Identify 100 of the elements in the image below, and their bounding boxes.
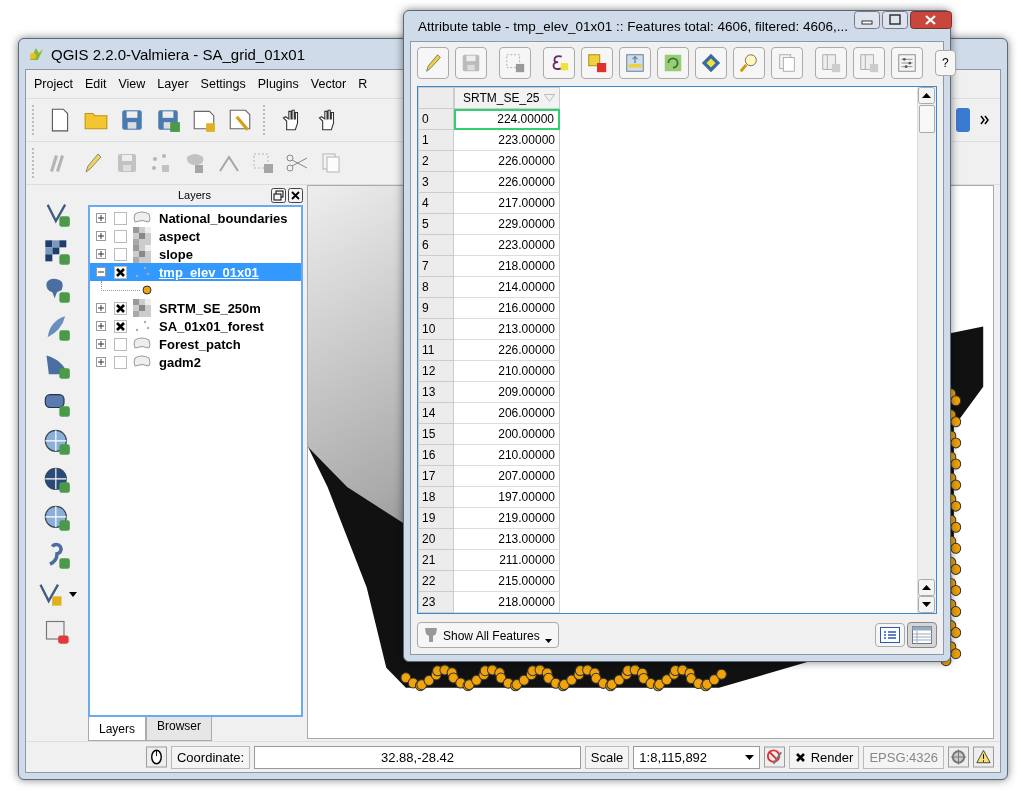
checkbox[interactable]: [114, 301, 127, 315]
row-header[interactable]: 12: [418, 360, 454, 382]
panel-tab[interactable]: Layers: [88, 717, 147, 741]
layer-row[interactable]: SA_01x01_forest: [90, 317, 301, 335]
close-icon[interactable]: [288, 187, 303, 203]
scroll-up-icon[interactable]: [918, 87, 935, 104]
table-cell[interactable]: 211.00000: [454, 549, 560, 571]
stop-render-icon[interactable]: [763, 746, 785, 768]
row-header[interactable]: 9: [418, 297, 454, 319]
expand-icon[interactable]: [96, 249, 106, 259]
row-header[interactable]: 1: [418, 129, 454, 151]
zoom-icon[interactable]: [738, 52, 760, 74]
table-cell[interactable]: 219.00000: [454, 507, 560, 529]
table-cell[interactable]: 226.00000: [454, 171, 560, 193]
row-header[interactable]: 17: [418, 465, 454, 487]
field-calculator-icon[interactable]: [896, 52, 918, 74]
row-header[interactable]: 21: [418, 549, 454, 571]
row-header[interactable]: 15: [418, 423, 454, 445]
table-cell[interactable]: 218.00000: [454, 255, 560, 277]
scrollbar[interactable]: [917, 87, 936, 613]
checkbox[interactable]: [114, 319, 127, 333]
row-header[interactable]: 19: [418, 507, 454, 529]
more-chevron-icon[interactable]: [980, 115, 990, 125]
minimize-icon[interactable]: [854, 11, 880, 29]
row-header[interactable]: 11: [418, 339, 454, 361]
checkbox[interactable]: [794, 751, 806, 763]
globe-add-icon[interactable]: [43, 466, 71, 494]
scroll-down-icon[interactable]: [918, 596, 935, 613]
table-cell[interactable]: 217.00000: [454, 192, 560, 214]
row-header[interactable]: 8: [418, 276, 454, 298]
menu-item[interactable]: Plugins: [251, 77, 305, 91]
checkbox[interactable]: [114, 355, 127, 369]
table-cell[interactable]: 207.00000: [454, 465, 560, 487]
floppy-pencil-icon[interactable]: [155, 107, 181, 133]
expand-icon[interactable]: [96, 321, 106, 331]
move-top-icon[interactable]: [624, 52, 646, 74]
row-header[interactable]: 7: [418, 255, 454, 277]
table-cell[interactable]: 213.00000: [454, 528, 560, 550]
table-cell[interactable]: 209.00000: [454, 381, 560, 403]
row-header[interactable]: 3: [418, 171, 454, 193]
checkbox[interactable]: [114, 247, 127, 261]
invert-selection-icon[interactable]: [586, 52, 608, 74]
checkbox[interactable]: [114, 265, 127, 279]
layer-row[interactable]: Forest_patch: [90, 335, 301, 353]
table-cell[interactable]: 200.00000: [454, 423, 560, 445]
raster-add-icon[interactable]: [43, 238, 71, 266]
row-header[interactable]: 2: [418, 150, 454, 172]
layer-row[interactable]: slope: [90, 245, 301, 263]
globe-add-icon[interactable]: [43, 504, 71, 532]
row-header[interactable]: 14: [418, 402, 454, 424]
maximize-icon[interactable]: [882, 11, 908, 29]
mouse-icon[interactable]: [146, 746, 167, 768]
checkbox[interactable]: [114, 337, 127, 351]
render-checkbox[interactable]: Render: [788, 745, 860, 769]
crosshair-icon[interactable]: [948, 746, 969, 768]
table-cell[interactable]: 213.00000: [454, 318, 560, 340]
menu-item[interactable]: Edit: [78, 77, 113, 91]
table-cell[interactable]: 223.00000: [454, 129, 560, 151]
checkbox[interactable]: [114, 229, 127, 243]
scissors-icon[interactable]: [285, 151, 309, 175]
table-view-button[interactable]: [907, 622, 937, 648]
deselect-icon[interactable]: [504, 52, 526, 74]
table-cell[interactable]: 226.00000: [454, 150, 560, 172]
scroll-thumb[interactable]: [919, 105, 935, 133]
float-panel-icon[interactable]: [271, 187, 286, 203]
table-cell[interactable]: 229.00000: [454, 213, 560, 235]
table-cell[interactable]: 215.00000: [454, 570, 560, 592]
expand-icon[interactable]: [96, 357, 106, 367]
dropdown-arrow-icon[interactable]: [69, 591, 77, 597]
checkbox[interactable]: [114, 211, 127, 225]
row-header[interactable]: 0: [418, 108, 454, 130]
expand-icon[interactable]: [96, 213, 106, 223]
menu-item[interactable]: View: [112, 77, 152, 91]
close-icon[interactable]: [910, 11, 952, 29]
table-cell[interactable]: 224.00000: [454, 108, 560, 130]
panel-tab[interactable]: Browser: [146, 717, 213, 741]
row-header[interactable]: 16: [418, 444, 454, 466]
expand-icon[interactable]: [96, 303, 106, 313]
row-header[interactable]: 13: [418, 381, 454, 403]
row-header[interactable]: 18: [418, 486, 454, 508]
coordinate-field[interactable]: 32.88,-28.42: [254, 745, 581, 769]
scale-combobox[interactable]: 1:8,115,892: [633, 745, 760, 769]
table-cell[interactable]: 206.00000: [454, 402, 560, 424]
table-cell[interactable]: 210.00000: [454, 444, 560, 466]
expand-icon[interactable]: [96, 231, 106, 241]
row-header[interactable]: 10: [418, 318, 454, 340]
table-cell[interactable]: 197.00000: [454, 486, 560, 508]
layer-row[interactable]: aspect: [90, 227, 301, 245]
pan-selection-icon[interactable]: [700, 52, 722, 74]
show-features-button[interactable]: Show All Features: [417, 622, 559, 648]
table-cell[interactable]: 210.00000: [454, 360, 560, 382]
row-header[interactable]: 4: [418, 192, 454, 214]
table-cell[interactable]: 214.00000: [454, 276, 560, 298]
form-view-button[interactable]: [875, 623, 905, 647]
file-wrench-icon[interactable]: [227, 107, 253, 133]
collapse-icon[interactable]: [96, 267, 106, 277]
layer-row[interactable]: gadm2: [90, 353, 301, 371]
scroll-up-icon[interactable]: [918, 579, 935, 596]
layer-row[interactable]: National_boundaries: [90, 209, 301, 227]
warning-icon[interactable]: [973, 746, 994, 768]
